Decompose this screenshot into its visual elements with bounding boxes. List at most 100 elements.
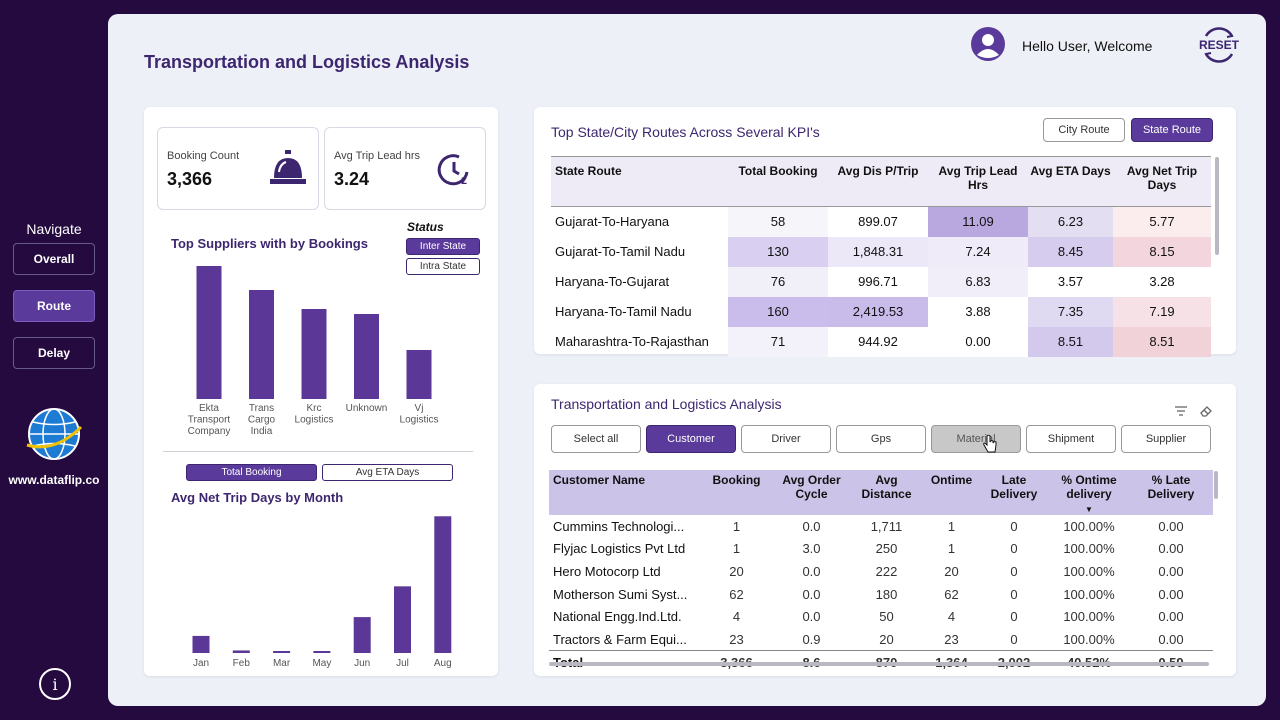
route-value-cell: 944.92: [828, 326, 928, 357]
customer-value-cell: 0.0: [802, 609, 821, 625]
col-header-avg-distance[interactable]: Avg Distance: [849, 470, 924, 515]
suppliers-bar-chart: Ekta Transport Company Trans Cargo India Krc Lo…: [188, 266, 438, 437]
supplier-bar[interactable]: [301, 309, 327, 399]
route-value-cell: 3.28: [1113, 266, 1211, 297]
col-header-avg-eta[interactable]: Avg ETA Days: [1028, 156, 1113, 207]
info-icon[interactable]: i: [39, 668, 71, 700]
route-row[interactable]: Haryana-To-Gujarat 76 996.71 6.83 3.57 3.28: [551, 266, 1211, 297]
customer-row[interactable]: Flyjac Logistics Pvt Ltd 1 3.0 250 1 0 100.00%…: [549, 538, 1213, 561]
route-row[interactable]: Maharashtra-To-Rajasthan 71 944.92 0.00 8.51…: [551, 326, 1211, 357]
filter-customer-button[interactable]: Customer: [646, 425, 736, 453]
toggle-avg-eta-days-button[interactable]: Avg ETA Days: [322, 464, 453, 481]
route-name-cell: Gujarat-To-Tamil Nadu: [555, 244, 686, 259]
col-header-ontime[interactable]: Ontime: [924, 470, 979, 515]
customer-name-cell: Motherson Sumi Syst...: [553, 586, 688, 602]
month-tick-label: Jan: [193, 658, 209, 669]
month-tick-label: Aug: [434, 658, 452, 669]
route-table-scrollbar[interactable]: [1215, 157, 1219, 255]
nav-overall-button[interactable]: Overall: [13, 243, 95, 275]
col-header-late-delivery[interactable]: Late Delivery: [979, 470, 1049, 515]
customer-value-cell: 0: [1010, 631, 1018, 647]
supplier-bar[interactable]: [354, 314, 379, 399]
customer-value-cell: 222: [875, 563, 898, 579]
customer-value-cell: 0.00: [1158, 609, 1184, 625]
sort-desc-icon: ▼: [1085, 505, 1093, 514]
col-header-state-route[interactable]: State Route: [551, 156, 728, 207]
route-row[interactable]: Gujarat-To-Haryana 58 899.07 11.09 6.23 5.77: [551, 206, 1211, 237]
customer-row[interactable]: National Engg.Ind.Ltd. 4 0.0 50 4 0 100.00% 0.0…: [549, 605, 1213, 628]
route-value-cell: 996.71: [828, 266, 928, 297]
filter-select-all-button[interactable]: Select all: [551, 425, 641, 453]
customer-row[interactable]: Tractors & Farm Equi... 23 0.9 20 23 0 100.00%…: [549, 628, 1213, 651]
col-header-avg-order-cycle[interactable]: Avg Order Cycle: [774, 470, 849, 515]
state-route-button[interactable]: State Route: [1131, 118, 1213, 142]
customer-row[interactable]: Cummins Technologi... 1 0.0 1,711 1 0 100.00% 0…: [549, 515, 1213, 538]
month-bar[interactable]: [353, 617, 371, 653]
supplier-bar[interactable]: [249, 290, 274, 399]
col-header-pct-late[interactable]: % Late Delivery: [1129, 470, 1213, 515]
customer-value-cell: 0.00: [1158, 518, 1184, 534]
status-inter-state-button[interactable]: Inter State: [406, 238, 480, 255]
nav-route-button[interactable]: Route: [13, 290, 95, 322]
supplier-bar[interactable]: [406, 350, 432, 399]
customer-value-cell: 20: [879, 631, 894, 647]
col-header-customer-name[interactable]: Customer Name: [549, 470, 699, 515]
route-value-cell: 2,419.53: [828, 296, 928, 327]
customer-row[interactable]: Hero Motocorp Ltd 20 0.0 222 20 0 100.00% 0.00: [549, 560, 1213, 583]
customer-value-cell: 20: [944, 563, 959, 579]
city-route-button[interactable]: City Route: [1043, 118, 1125, 142]
supplier-bar[interactable]: [196, 266, 222, 399]
col-header-pct-ontime[interactable]: % Ontime delivery ▼: [1049, 470, 1129, 515]
route-name-cell: Maharashtra-To-Rajasthan: [555, 334, 709, 349]
customer-value-cell: 0.00: [1158, 586, 1184, 602]
customer-value-cell: 250: [875, 541, 898, 557]
customer-name-cell: Hero Motocorp Ltd: [553, 563, 661, 579]
filter-shipment-button[interactable]: Shipment: [1026, 425, 1116, 453]
customer-value-cell: 0.0: [802, 563, 821, 579]
col-header-avg-dis[interactable]: Avg Dis P/Trip: [828, 156, 928, 207]
route-value-cell: 7.19: [1113, 296, 1211, 327]
eraser-icon[interactable]: [1199, 404, 1213, 418]
route-value-cell: 7.35: [1028, 296, 1113, 327]
filter-driver-button[interactable]: Driver: [741, 425, 831, 453]
filter-supplier-button[interactable]: Supplier: [1121, 425, 1211, 453]
customer-value-cell: 0: [1010, 609, 1018, 625]
route-value-cell: 71: [728, 326, 828, 357]
customer-value-cell: 62: [729, 586, 744, 602]
route-name-cell: Haryana-To-Tamil Nadu: [555, 304, 692, 319]
customer-name-cell: Flyjac Logistics Pvt Ltd: [553, 541, 686, 557]
customer-header-row: Customer Name Booking Avg Order Cycle Av…: [549, 470, 1213, 515]
month-bar[interactable]: [394, 586, 411, 653]
nav-delay-button[interactable]: Delay: [13, 337, 95, 369]
route-row[interactable]: Haryana-To-Tamil Nadu 160 2,419.53 3.88 7.35…: [551, 296, 1211, 327]
route-row[interactable]: Gujarat-To-Tamil Nadu 130 1,848.31 7.24 8.45…: [551, 236, 1211, 267]
col-header-booking[interactable]: Booking: [699, 470, 774, 515]
customer-card: Transportation and Logistics Analysis Se…: [534, 384, 1236, 676]
customer-row[interactable]: Motherson Sumi Syst... 62 0.0 180 62 0 100.00%…: [549, 583, 1213, 606]
route-table: State Route Total Booking Avg Dis P/Trip…: [551, 156, 1211, 357]
month-bar[interactable]: [192, 635, 210, 653]
reset-button[interactable]: RESET: [1196, 24, 1242, 66]
filter-material-button[interactable]: Material: [931, 425, 1021, 453]
col-header-total-booking[interactable]: Total Booking: [728, 156, 828, 207]
month-bar[interactable]: [232, 650, 250, 653]
route-value-cell: 1,848.31: [828, 236, 928, 267]
customer-value-cell: 0.00: [1158, 631, 1184, 647]
month-bar[interactable]: [273, 651, 291, 653]
customer-name-cell: Cummins Technologi...: [553, 518, 685, 534]
customer-value-cell: 0: [1010, 586, 1018, 602]
svg-text:z: z: [461, 173, 467, 187]
month-bar[interactable]: [313, 651, 331, 653]
customer-table-hscrollbar[interactable]: [549, 662, 1209, 666]
filter-gps-button[interactable]: Gps: [836, 425, 926, 453]
route-value-cell: 130: [728, 236, 828, 267]
filter-icon[interactable]: [1174, 405, 1188, 417]
col-header-avg-net-trip[interactable]: Avg Net Trip Days: [1113, 156, 1211, 207]
month-bar[interactable]: [434, 516, 452, 653]
col-header-avg-trip-lead[interactable]: Avg Trip Lead Hrs: [928, 156, 1028, 207]
route-value-cell: 8.51: [1028, 326, 1113, 357]
main-panel: Transportation and Logistics Analysis He…: [108, 14, 1266, 706]
toggle-total-booking-button[interactable]: Total Booking: [186, 464, 317, 481]
customer-table-scrollbar[interactable]: [1214, 471, 1218, 499]
customer-value-cell: 3.0: [802, 541, 821, 557]
